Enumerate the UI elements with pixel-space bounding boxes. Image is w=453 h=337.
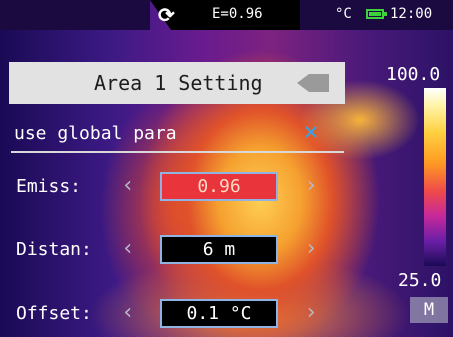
distance-increase-chevron-right-icon[interactable]: › bbox=[303, 237, 319, 261]
emissivity-decrease-chevron-left-icon[interactable]: ‹ bbox=[120, 174, 136, 198]
temperature-scale-min: 25.0 bbox=[398, 270, 442, 291]
status-emissivity: E=0.96 bbox=[212, 6, 263, 22]
distance-value-field[interactable]: 6 m bbox=[160, 235, 278, 264]
settings-header: Area 1 Setting bbox=[9, 62, 345, 104]
distance-label: Distan: bbox=[16, 239, 92, 260]
use-global-params-label[interactable]: use global para bbox=[14, 123, 177, 144]
offset-label: Offset: bbox=[16, 303, 92, 324]
distance-decrease-chevron-left-icon[interactable]: ‹ bbox=[120, 237, 136, 261]
offset-value-field[interactable]: 0.1 °C bbox=[160, 299, 278, 328]
back-arrow-icon bbox=[287, 70, 333, 96]
emissivity-label: Emiss: bbox=[16, 176, 82, 197]
refresh-icon[interactable]: ⟳ bbox=[158, 4, 182, 26]
page-title: Area 1 Setting bbox=[94, 71, 263, 95]
emissivity-increase-chevron-right-icon[interactable]: › bbox=[303, 174, 319, 198]
status-temperature-unit: °C bbox=[335, 6, 352, 22]
status-bar: ⟳ E=0.96 °C 12:00 bbox=[0, 0, 453, 30]
battery-icon bbox=[366, 9, 387, 19]
battery-level bbox=[369, 12, 381, 16]
emissivity-value-field[interactable]: 0.96 bbox=[160, 172, 278, 201]
close-icon[interactable]: ✕ bbox=[296, 117, 326, 145]
offset-decrease-chevron-left-icon[interactable]: ‹ bbox=[120, 301, 136, 325]
status-bar-left-panel bbox=[0, 0, 150, 30]
manual-mode-badge[interactable]: M bbox=[410, 297, 448, 323]
thermal-camera-screen: ⟳ E=0.96 °C 12:00 Area 1 Setting use glo… bbox=[0, 0, 453, 337]
offset-increase-chevron-right-icon[interactable]: › bbox=[303, 301, 319, 325]
status-time: 12:00 bbox=[390, 6, 433, 22]
temperature-scale-max: 100.0 bbox=[386, 64, 441, 85]
divider bbox=[11, 151, 344, 153]
back-button[interactable] bbox=[287, 70, 333, 96]
temperature-color-scale bbox=[424, 88, 446, 266]
